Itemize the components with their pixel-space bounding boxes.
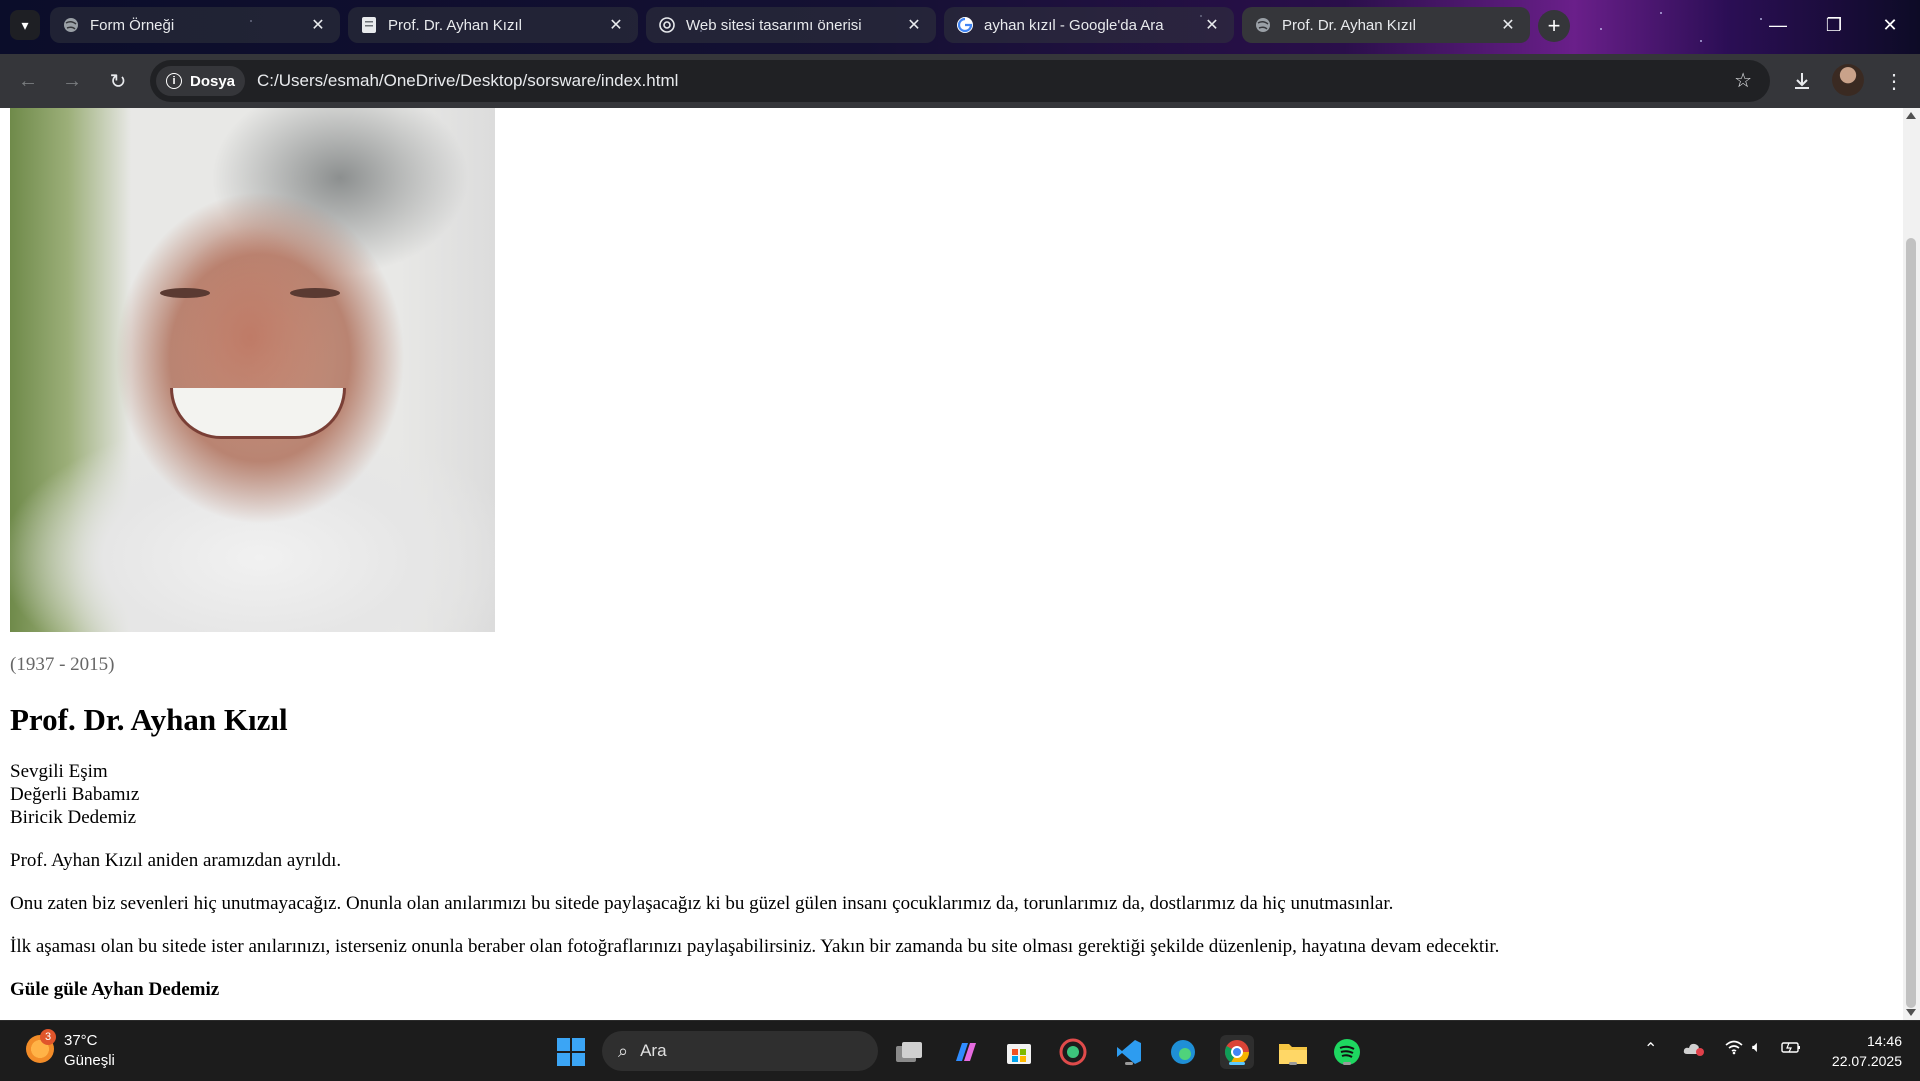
reload-button[interactable]: ↻ (104, 67, 132, 95)
taskbar-search[interactable]: ⌕ Ara (602, 1031, 878, 1071)
arrow-right-icon: → (62, 69, 82, 92)
volume-icon[interactable]: 🔈︎ (1752, 1039, 1762, 1057)
active-indicator (1229, 1062, 1245, 1065)
site-info-chip[interactable]: i Dosya (156, 66, 246, 96)
close-icon[interactable]: ✕ (308, 15, 328, 35)
document-icon (360, 16, 378, 34)
browser-toolbar: ← → ↻ i Dosya C:/Users/esmah/OneDrive/De… (0, 54, 1920, 108)
paragraph-announcement: Prof. Ayhan Kızıl aniden aramızdan ayrıl… (10, 850, 342, 871)
page-title: Prof. Dr. Ayhan Kızıl (10, 702, 288, 737)
search-icon: ⌕ (618, 1040, 629, 1061)
start-button[interactable] (554, 1035, 588, 1069)
close-icon[interactable]: ✕ (1498, 15, 1518, 35)
tab-title: Prof. Dr. Ayhan Kızıl (1282, 16, 1416, 34)
bookmark-star-icon[interactable]: ☆ (1734, 68, 1752, 93)
chevron-down-icon: ▾ (21, 16, 29, 33)
tab-prof-ayhan-kizil-active[interactable]: Prof. Dr. Ayhan Kızıl ✕ (1242, 7, 1530, 43)
tab-prof-ayhan-kizil-1[interactable]: Prof. Dr. Ayhan Kızıl ✕ (348, 7, 638, 43)
reload-icon: ↻ (109, 70, 127, 93)
profile-avatar[interactable] (1832, 64, 1864, 96)
chrome-icon[interactable] (1220, 1035, 1254, 1069)
close-icon[interactable]: ✕ (1202, 15, 1222, 35)
globe-icon (62, 16, 80, 34)
windows-taskbar: 3 37°C Güneşli ⌕ Ara ⌃ 🔈︎ 14:46 22.07.20… (0, 1020, 1920, 1081)
dedication-line: Sevgili Eşim (10, 761, 108, 782)
tab-web-sitesi-tasarimi[interactable]: Web sitesi tasarımı önerisi ✕ (646, 7, 936, 43)
close-icon[interactable]: ✕ (904, 15, 924, 35)
windows-icon (557, 1038, 585, 1066)
site-info-label: Dosya (190, 72, 236, 90)
tab-title: Prof. Dr. Ayhan Kızıl (388, 16, 522, 34)
chevron-up-icon[interactable]: ⌃ (1644, 1039, 1657, 1059)
portrait-photo (10, 108, 495, 632)
close-icon[interactable]: ✕ (606, 15, 626, 35)
running-indicator (1343, 1062, 1351, 1065)
minimize-icon: — (1769, 14, 1787, 35)
vertical-scrollbar[interactable] (1903, 108, 1920, 1020)
tab-google-search[interactable]: ayhan kızıl - Google'da Ara ✕ (944, 7, 1234, 43)
scroll-up-icon[interactable] (1906, 112, 1916, 119)
photo-detail (170, 388, 346, 439)
forward-button[interactable]: → (58, 67, 86, 95)
info-icon: i (166, 73, 182, 89)
tab-title: ayhan kızıl - Google'da Ara (984, 16, 1164, 34)
google-icon (956, 16, 974, 34)
closing-line: Güle güle Ayhan Dedemiz (10, 979, 220, 1000)
copilot-icon[interactable] (948, 1035, 982, 1069)
search-placeholder: Ara (640, 1041, 667, 1060)
chatgpt-icon (658, 16, 676, 34)
back-button[interactable]: ← (14, 67, 42, 95)
close-icon: ✕ (1882, 14, 1898, 35)
running-indicator (1125, 1062, 1133, 1065)
notification-badge: 3 (40, 1029, 56, 1045)
clock-time: 14:46 (1866, 1033, 1902, 1049)
running-indicator (1289, 1062, 1297, 1065)
new-tab-button[interactable]: + (1538, 10, 1570, 42)
weather-condition: Güneşli (64, 1052, 115, 1069)
download-icon[interactable] (1788, 67, 1816, 95)
scrollbar-thumb[interactable] (1906, 238, 1916, 1008)
life-years: (1937 - 2015) (10, 654, 115, 675)
spotify-icon[interactable] (1330, 1035, 1364, 1069)
system-clock[interactable]: 14:46 22.07.2025 (1822, 1031, 1902, 1071)
minimize-button[interactable]: — (1758, 10, 1798, 40)
scroll-down-icon[interactable] (1906, 1009, 1916, 1016)
url-text[interactable]: C:/Users/esmah/OneDrive/Desktop/sorsware… (257, 71, 678, 91)
paragraph-memories: Onu zaten biz sevenleri hiç unutmayacağı… (10, 893, 1394, 914)
onedrive-icon[interactable] (1682, 1039, 1706, 1062)
vscode-icon[interactable] (1112, 1035, 1146, 1069)
tab-title: Web sitesi tasarımı önerisi (686, 16, 862, 34)
browser-title-bar: ▾ Form Örneği ✕ Prof. Dr. Ayhan Kızıl ✕ … (0, 0, 1920, 54)
restore-icon: ❐ (1825, 14, 1843, 35)
address-bar[interactable]: i Dosya C:/Users/esmah/OneDrive/Desktop/… (150, 60, 1770, 102)
arrow-left-icon: ← (18, 69, 38, 92)
photo-detail (290, 288, 340, 298)
davinci-app-icon[interactable] (1056, 1035, 1090, 1069)
task-view-button[interactable] (892, 1035, 926, 1069)
plus-icon: + (1547, 13, 1561, 38)
dedication-line: Biricik Dedemiz (10, 807, 137, 828)
more-menu-icon[interactable]: ⋮ (1880, 67, 1908, 95)
battery-icon[interactable] (1780, 1039, 1802, 1060)
restore-button[interactable]: ❐ (1814, 10, 1854, 40)
photo-detail (160, 288, 210, 298)
wifi-icon[interactable] (1724, 1039, 1744, 1060)
tab-form-ornegi[interactable]: Form Örneği ✕ (50, 7, 340, 43)
paragraph-share: İlk aşaması olan bu sitede ister anıları… (10, 936, 1500, 957)
tab-title: Form Örneği (90, 16, 175, 34)
file-explorer-icon[interactable] (1276, 1035, 1310, 1069)
page-content: (1937 - 2015) Prof. Dr. Ayhan Kızıl Sevg… (0, 108, 1893, 1020)
edge-icon[interactable] (1166, 1035, 1200, 1069)
tab-search-button[interactable]: ▾ (10, 10, 40, 40)
microsoft-store-icon[interactable] (1002, 1035, 1036, 1069)
globe-icon (1254, 16, 1272, 34)
close-window-button[interactable]: ✕ (1870, 10, 1910, 40)
dedication-line: Değerli Babamız (10, 784, 140, 805)
weather-temp: 37°C (64, 1032, 98, 1049)
clock-date: 22.07.2025 (1831, 1053, 1902, 1069)
